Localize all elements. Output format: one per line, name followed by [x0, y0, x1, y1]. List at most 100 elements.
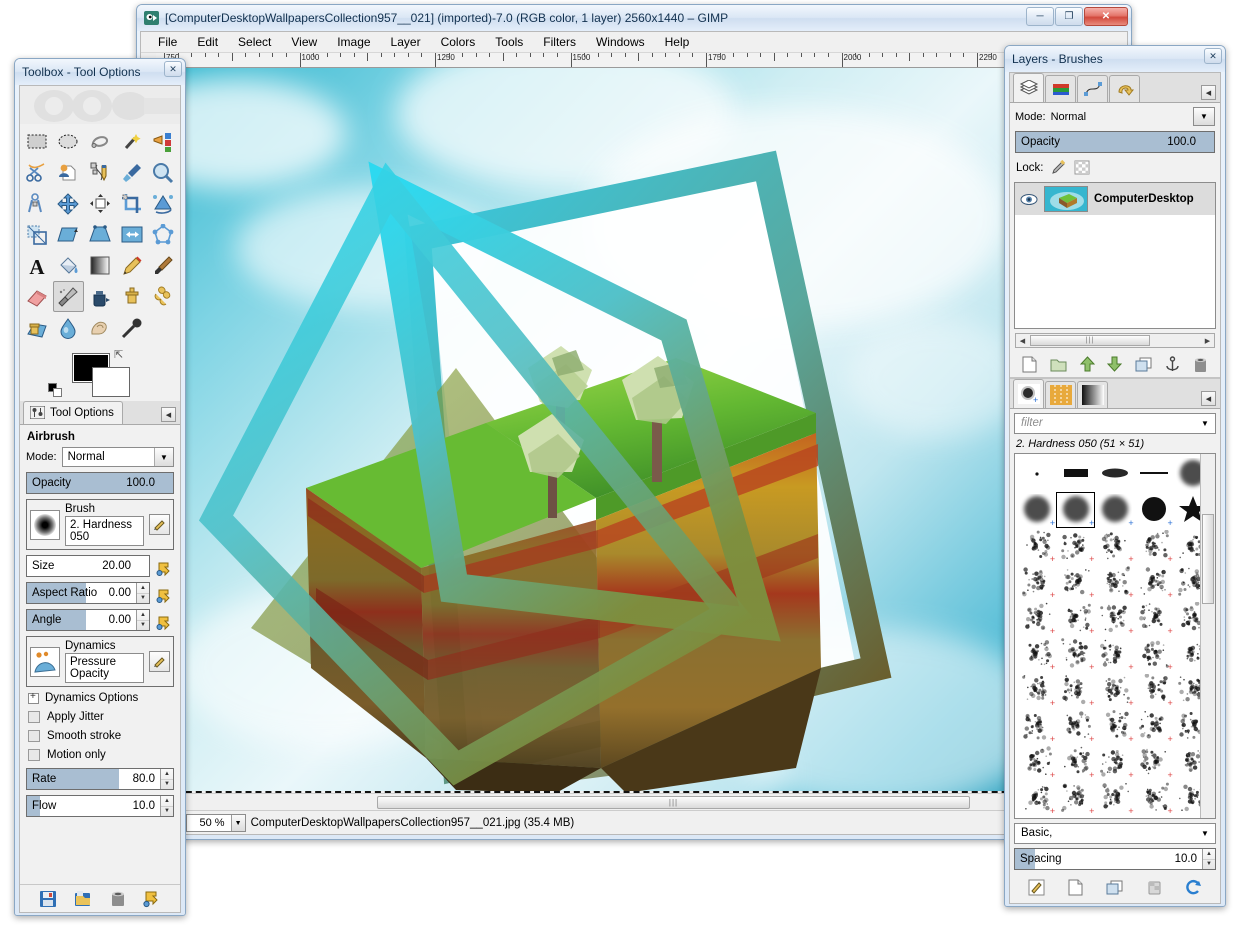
menu-filters[interactable]: Filters [534, 33, 585, 51]
aspect-ratio-slider[interactable]: Aspect Ratio 0.00 ▲ ▼ [26, 582, 150, 604]
default-colors-icon[interactable] [48, 383, 62, 397]
list-item[interactable]: + [1017, 672, 1056, 708]
tab-paths[interactable] [1077, 75, 1108, 102]
delete-tool-preset-icon[interactable] [110, 890, 126, 908]
delete-brush-icon[interactable] [1147, 879, 1162, 896]
eye-icon[interactable] [1020, 193, 1038, 206]
tab-menu-button[interactable]: ◀ [161, 407, 176, 422]
list-item[interactable] [1056, 456, 1095, 492]
motion-only-checkbox[interactable] [28, 749, 40, 761]
dynamics-options-expander[interactable]: Dynamics Options [28, 691, 174, 704]
layer-list-scrollbar[interactable]: ◀ ||| ▶ [1015, 333, 1215, 348]
scrollbar-thumb[interactable]: ||| [1030, 335, 1150, 346]
list-item[interactable]: + [1017, 708, 1056, 744]
chevron-down-icon[interactable]: ▼ [154, 448, 173, 466]
brush-tag-selector[interactable]: Basic, ▼ [1014, 823, 1216, 844]
minimize-button[interactable]: ─ [1026, 7, 1054, 26]
brush-grid-scrollbar[interactable] [1200, 454, 1215, 818]
edit-brush-icon[interactable] [149, 514, 170, 535]
list-item[interactable]: + [1095, 564, 1134, 600]
list-item[interactable] [1017, 456, 1056, 492]
list-item[interactable]: + [1095, 528, 1134, 564]
swap-colors-icon[interactable]: ⇱ [114, 348, 123, 361]
apply-jitter-row[interactable]: Apply Jitter [28, 711, 174, 723]
dynamics-thumbnail[interactable] [30, 646, 60, 677]
menu-help[interactable]: Help [656, 33, 699, 51]
list-item[interactable]: + [1135, 564, 1174, 600]
list-item[interactable]: + [1056, 672, 1095, 708]
list-item[interactable]: + [1095, 672, 1134, 708]
list-item[interactable]: + [1095, 744, 1134, 780]
select-by-color-icon[interactable] [147, 126, 179, 157]
mode-combo[interactable]: Normal ▼ [61, 447, 174, 467]
list-item[interactable] [1095, 456, 1134, 492]
scissors-select-icon[interactable] [21, 157, 53, 188]
right-dock-titlebar[interactable]: Layers - Brushes ✕ [1005, 46, 1225, 72]
smooth-stroke-row[interactable]: Smooth stroke [28, 730, 174, 742]
list-item[interactable]: + [1095, 492, 1134, 528]
list-item[interactable]: + [1017, 780, 1056, 816]
brush-thumbnail[interactable] [30, 509, 60, 540]
motion-only-row[interactable]: Motion only [28, 749, 174, 761]
crop-icon[interactable] [116, 188, 148, 219]
list-item[interactable]: + [1056, 636, 1095, 672]
delete-layer-icon[interactable] [1193, 356, 1208, 373]
duplicate-brush-icon[interactable] [1106, 880, 1123, 895]
apply-jitter-checkbox[interactable] [28, 711, 40, 723]
edit-brush-icon[interactable] [1028, 879, 1045, 896]
background-color-swatch[interactable] [92, 367, 130, 397]
paintbrush-icon[interactable] [147, 250, 179, 281]
scrollbar-thumb[interactable]: ||| [377, 796, 970, 809]
measure-icon[interactable] [21, 188, 53, 219]
rect-select-icon[interactable] [21, 126, 53, 157]
clone-icon[interactable] [116, 281, 148, 312]
menu-image[interactable]: Image [328, 33, 379, 51]
paths-icon[interactable] [84, 157, 116, 188]
list-item[interactable]: + [1056, 528, 1095, 564]
list-item[interactable]: + [1017, 564, 1056, 600]
blur-sharpen-icon[interactable] [53, 312, 85, 343]
new-layer-icon[interactable] [1022, 356, 1037, 373]
shear-icon[interactable] [53, 219, 85, 250]
list-item[interactable]: + [1056, 744, 1095, 780]
alignment-icon[interactable] [84, 188, 116, 219]
toolbox-titlebar[interactable]: Toolbox - Tool Options ✕ [15, 59, 185, 85]
list-item[interactable]: + [1135, 780, 1174, 816]
raise-layer-icon[interactable] [1079, 356, 1095, 372]
list-item[interactable]: + [1017, 600, 1056, 636]
tab-gradients[interactable] [1077, 381, 1108, 408]
aspect-ratio-spinner[interactable]: ▲ ▼ [136, 583, 149, 603]
brushes-menu-button[interactable]: ◀ [1201, 391, 1216, 406]
fuzzy-select-icon[interactable] [116, 126, 148, 157]
perspective-clone-icon[interactable] [21, 312, 53, 343]
close-button[interactable]: ✕ [1204, 48, 1222, 64]
brush-value[interactable]: 2. Hardness 050 [65, 516, 144, 546]
list-item[interactable]: + [1135, 492, 1174, 528]
layer-mode-dropdown[interactable]: ▼ [1193, 107, 1215, 126]
tab-brushes[interactable]: + [1013, 379, 1044, 408]
lock-alpha-icon[interactable] [1074, 160, 1090, 175]
smudge-icon[interactable] [84, 312, 116, 343]
ellipse-select-icon[interactable] [53, 126, 85, 157]
flow-slider[interactable]: Flow 10.0 ▲ ▼ [26, 795, 174, 817]
pencil-icon[interactable] [116, 250, 148, 281]
menu-tools[interactable]: Tools [486, 33, 532, 51]
list-item[interactable] [1135, 456, 1174, 492]
list-item[interactable]: + [1056, 600, 1095, 636]
canvas-horizontal-scrollbar[interactable]: ||| [141, 793, 1127, 810]
list-item[interactable]: + [1095, 636, 1134, 672]
eraser-icon[interactable] [21, 281, 53, 312]
scroll-left-icon[interactable]: ◀ [1016, 337, 1029, 345]
list-item[interactable]: + [1135, 744, 1174, 780]
size-slider[interactable]: Size 20.00 ▲▼ [26, 555, 150, 577]
table-row[interactable]: ComputerDesktop [1015, 183, 1215, 215]
scroll-right-icon[interactable]: ▶ [1201, 337, 1214, 345]
cage-transform-icon[interactable] [147, 219, 179, 250]
list-item[interactable]: + [1017, 492, 1056, 528]
rate-slider[interactable]: Rate 80.0 ▲ ▼ [26, 768, 174, 790]
list-item[interactable]: + [1135, 636, 1174, 672]
rate-spinner[interactable]: ▲ ▼ [160, 769, 173, 789]
ink-icon[interactable] [84, 281, 116, 312]
chevron-down-icon[interactable]: ▼ [1195, 824, 1215, 843]
layer-opacity-slider[interactable]: Opacity 100.0 ▲▼ [1015, 131, 1215, 153]
